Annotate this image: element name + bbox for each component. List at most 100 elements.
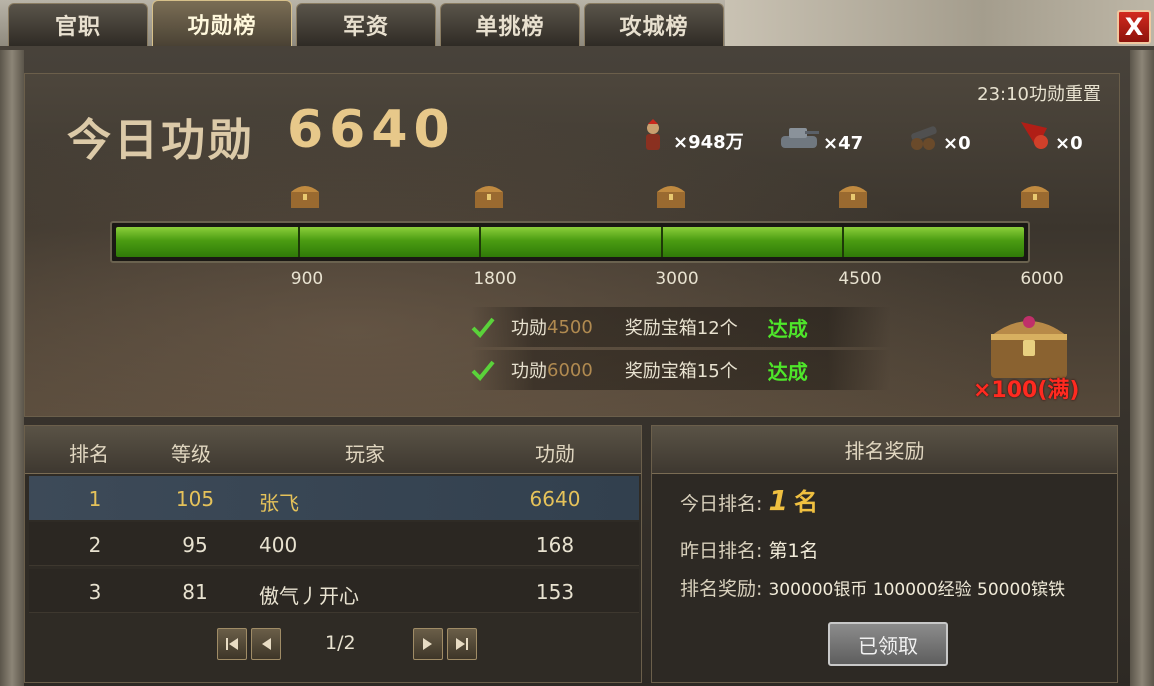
- tab-duel-ranking[interactable]: 单挑榜: [440, 3, 580, 46]
- today-rank-suffix: 名: [793, 488, 818, 516]
- banner-icon: [1021, 122, 1048, 149]
- milestone-chest-icon[interactable]: [654, 180, 688, 210]
- chest-count: ×100(满): [973, 378, 1080, 403]
- progress-segment-divider: [297, 227, 300, 257]
- tab-official-rank[interactable]: 官职: [8, 3, 148, 46]
- milestone-chest-icon[interactable]: [836, 180, 870, 210]
- soldier-amount: ×948万: [673, 132, 744, 153]
- achievement-row: 功勋 6000 奖励宝箱15个 达成: [471, 350, 891, 390]
- today-rank-line: 今日排名: 1 名: [680, 482, 818, 517]
- today-rank-label: 今日排名:: [680, 493, 763, 515]
- achievement-status: 达成: [767, 359, 808, 384]
- progress-tick-label: 3000: [655, 269, 699, 289]
- resource-soldiers: ×948万: [635, 108, 744, 154]
- progress-segment-divider: [842, 227, 845, 257]
- first-page-button[interactable]: [217, 628, 247, 660]
- merit-progress-bar: [110, 221, 1030, 263]
- progress-segment-divider: [660, 227, 663, 257]
- last-page-button[interactable]: [447, 628, 477, 660]
- resource-cannons: ×0: [905, 108, 971, 154]
- resource-banners: ×0: [1017, 108, 1083, 154]
- tank-amount: ×47: [823, 133, 864, 154]
- tab-supplies[interactable]: 军资: [296, 3, 436, 46]
- yesterday-rank-label: 昨日排名:: [680, 540, 763, 562]
- table-row[interactable]: 3 81 傲气丿开心 153: [29, 569, 639, 613]
- progress-tick-label: 6000: [1020, 269, 1064, 289]
- cell-merit: 153: [535, 580, 575, 604]
- rank-reward-line: 排名奖励: 300000银币 100000经验 50000镔铁: [680, 574, 1065, 601]
- milestone-chest-icon[interactable]: [472, 180, 506, 210]
- table-row[interactable]: 1 105 张飞 6640: [29, 476, 639, 520]
- cell-level: 105: [175, 487, 215, 511]
- progress-segment-divider: [479, 227, 482, 257]
- cannon-icon: [911, 126, 937, 150]
- achievement-row: 功勋 4500 奖励宝箱12个 达成: [471, 307, 891, 347]
- achievement-reward: 奖励宝箱15个: [624, 361, 738, 382]
- today-merit-value: 6640: [287, 100, 456, 160]
- chevron-right-icon: [423, 638, 432, 650]
- left-frame-border: [0, 50, 24, 686]
- achievement-value: 6000: [547, 359, 593, 381]
- soldier-icon: [646, 119, 660, 150]
- cell-player: 400: [259, 533, 298, 557]
- cell-level: 95: [182, 533, 208, 557]
- column-header-player: 玩家: [345, 442, 385, 466]
- today-merit-label: 今日功勋: [67, 115, 255, 166]
- column-header-merit: 功勋: [535, 442, 575, 466]
- reset-time-note: 23:10功勋重置: [977, 84, 1101, 105]
- page-indicator: 1/2: [325, 632, 356, 654]
- rank-reward-panel: 排名奖励 今日排名: 1 名 昨日排名: 第1名 排名奖励: 300000银币 …: [651, 425, 1118, 683]
- column-header-rank: 排名: [69, 442, 109, 466]
- close-button[interactable]: X: [1117, 10, 1151, 44]
- table-row[interactable]: 2 95 400 168: [29, 522, 639, 566]
- resource-tanks: ×47: [777, 108, 863, 154]
- check-icon: [471, 360, 495, 381]
- cell-rank: 3: [88, 580, 102, 604]
- achievement-key: 功勋: [511, 361, 547, 382]
- prev-page-button[interactable]: [251, 628, 281, 660]
- check-icon: [471, 317, 495, 338]
- progress-tick-label: 1800: [473, 269, 517, 289]
- first-page-icon: [226, 638, 238, 650]
- cell-player: 傲气丿开心: [259, 584, 359, 608]
- tab-bar-decoration: [725, 0, 1154, 46]
- rank-reward-title: 排名奖励: [652, 426, 1117, 474]
- progress-fill: [116, 227, 1024, 257]
- merit-summary-panel: 今日功勋 6640 23:10功勋重置 ×948万 ×47 ×0 ×0 900 …: [24, 73, 1120, 417]
- cell-rank: 2: [88, 533, 102, 557]
- cell-rank: 1: [88, 487, 102, 511]
- progress-tick-label: 4500: [838, 269, 882, 289]
- progress-tick-label: 900: [290, 269, 324, 289]
- yesterday-rank-value: 第1名: [768, 540, 819, 562]
- tab-siege-ranking[interactable]: 攻城榜: [584, 3, 724, 46]
- rank-reward-value: 300000银币 100000经验 50000镔铁: [768, 580, 1066, 600]
- rank-reward-label: 排名奖励:: [680, 578, 763, 600]
- chevron-left-icon: [262, 638, 271, 650]
- treasure-chest-icon[interactable]: [981, 306, 1077, 382]
- achievement-value: 4500: [547, 316, 593, 338]
- yesterday-rank-line: 昨日排名: 第1名: [680, 536, 819, 563]
- achievement-key: 功勋: [511, 318, 547, 339]
- cell-merit: 168: [535, 533, 575, 557]
- milestone-chest-icon[interactable]: [288, 180, 322, 210]
- tank-icon: [781, 128, 819, 148]
- rank-table-header: 排名 等级 玩家 功勋: [25, 426, 641, 474]
- next-page-button[interactable]: [413, 628, 443, 660]
- column-header-level: 等级: [171, 442, 211, 466]
- today-rank-value: 1: [768, 484, 788, 517]
- merit-window: 官职 功勋榜 军资 单挑榜 攻城榜 X 今日功勋 6640 23:10功勋重置 …: [0, 0, 1154, 686]
- banner-amount: ×0: [1055, 133, 1083, 154]
- last-page-icon: [456, 638, 468, 650]
- claimed-button[interactable]: 已领取: [828, 622, 948, 666]
- rank-table: 排名 等级 玩家 功勋 1 105 张飞 6640 2 95 400 168 3…: [24, 425, 642, 683]
- cannon-amount: ×0: [943, 133, 971, 154]
- achievement-status: 达成: [767, 316, 808, 341]
- milestone-chest-icon[interactable]: [1018, 180, 1052, 210]
- cell-level: 81: [182, 580, 208, 604]
- tab-bar: 官职 功勋榜 军资 单挑榜 攻城榜: [0, 0, 1154, 46]
- achievement-reward: 奖励宝箱12个: [624, 318, 738, 339]
- tab-merit-ranking[interactable]: 功勋榜: [152, 0, 292, 46]
- right-frame-border: [1130, 50, 1154, 686]
- cell-merit: 6640: [529, 487, 581, 511]
- cell-player: 张飞: [259, 491, 299, 515]
